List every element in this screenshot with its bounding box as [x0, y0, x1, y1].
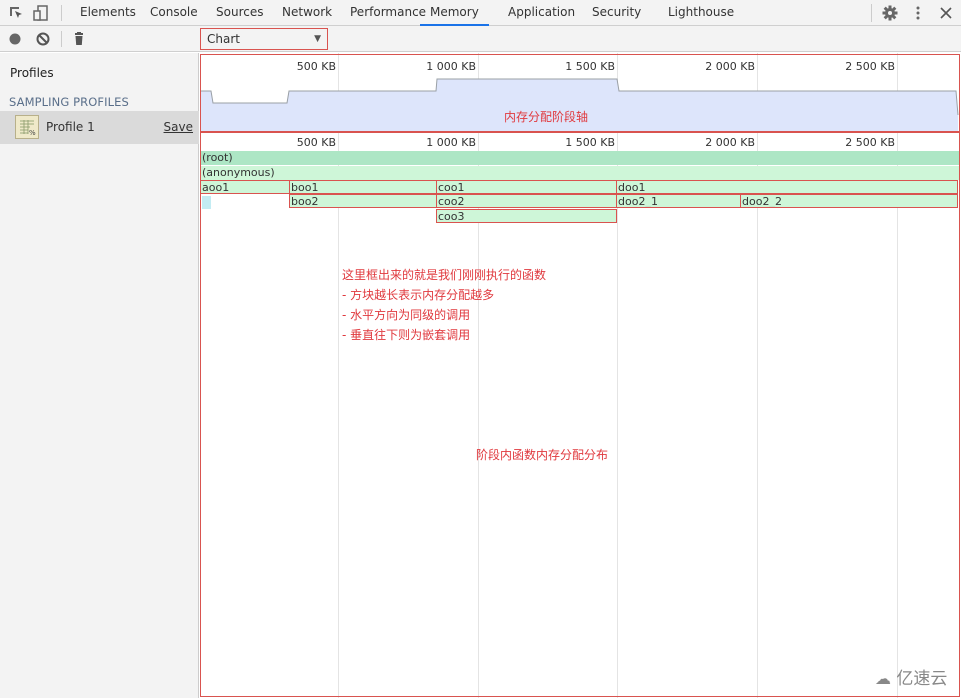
flame-note-line: - 垂直往下则为嵌套调用 [342, 328, 471, 342]
frame-doo2-2[interactable]: doo2_2 [740, 194, 958, 208]
watermark-logo: ☁ 亿速云 [875, 664, 947, 689]
profiles-heading[interactable]: Profiles [10, 66, 54, 80]
cloud-logo-icon: ☁ [875, 669, 891, 688]
tab-console[interactable]: Console [150, 0, 198, 26]
overview-timeline[interactable]: 500 KB 1 000 KB 1 500 KB 2 000 KB 2 500 … [200, 54, 960, 132]
toolbar-divider [871, 4, 872, 22]
record-icon[interactable] [6, 30, 24, 48]
device-toolbar-icon[interactable] [32, 4, 50, 22]
tab-application[interactable]: Application [508, 0, 575, 26]
view-select[interactable]: Chart ▼ [200, 28, 328, 50]
devtools-tabbar: Elements Console Sources Network Perform… [0, 0, 961, 26]
settings-gear-icon[interactable] [881, 4, 899, 22]
frame-coo3[interactable]: coo3 [436, 209, 617, 223]
svg-text:%: % [29, 129, 36, 137]
view-select-value: Chart [207, 32, 240, 46]
profile-name: Profile 1 [46, 120, 95, 134]
frame-boo1[interactable]: boo1 [289, 180, 437, 194]
frame-doo2-1[interactable]: doo2_1 [616, 194, 741, 208]
frame-boo2[interactable]: boo2 [289, 194, 437, 208]
tab-performance[interactable]: Performance [350, 0, 426, 26]
toolbar-divider [61, 31, 62, 47]
toolbar-divider [61, 5, 62, 21]
flame-tick: 2 000 KB [705, 136, 755, 149]
flame-note-line: - 水平方向为同级的调用 [342, 308, 471, 322]
flame-tick: 500 KB [296, 136, 336, 149]
save-profile-link[interactable]: Save [164, 120, 193, 134]
flame-chart[interactable]: 500 KB 1 000 KB 1 500 KB 2 000 KB 2 500 … [200, 132, 960, 697]
flame-tick: 1 500 KB [565, 136, 615, 149]
clear-icon[interactable] [34, 30, 52, 48]
distribution-annotation: 阶段内函数内存分配分布 [476, 448, 609, 462]
frame-coo2[interactable]: coo2 [436, 194, 617, 208]
frame-doo1[interactable]: doo1 [616, 180, 958, 194]
chevron-down-icon: ▼ [314, 34, 321, 44]
frame-anonymous[interactable]: (anonymous) [201, 166, 959, 180]
frame-root[interactable]: (root) [201, 151, 959, 165]
tab-elements[interactable]: Elements [80, 0, 136, 26]
frame-aoo1[interactable]: aoo1 [201, 180, 290, 194]
close-icon[interactable] [937, 4, 955, 22]
flame-note-line: - 方块越长表示内存分配越多 [342, 288, 495, 302]
flame-tick: 2 500 KB [845, 136, 895, 149]
watermark-text: 亿速云 [896, 669, 948, 689]
tab-network[interactable]: Network [282, 0, 332, 26]
sidebar-item-profile-1[interactable]: % Profile 1 Save [0, 111, 199, 144]
tab-security[interactable]: Security [592, 0, 641, 26]
frame-small-block[interactable] [202, 196, 211, 209]
tab-sources[interactable]: Sources [216, 0, 263, 26]
more-vertical-icon[interactable] [909, 4, 927, 22]
tab-memory[interactable]: Memory [420, 0, 489, 26]
profile-icon: % [15, 115, 39, 139]
allocation-chart-area: 500 KB 1 000 KB 1 500 KB 2 000 KB 2 500 … [200, 53, 961, 698]
overview-annotation: 内存分配阶段轴 [504, 110, 589, 124]
profiles-sidebar: Profiles SAMPLING PROFILES % Profile 1 S… [0, 53, 199, 698]
flame-note-line: 这里框出来的就是我们刚刚执行的函数 [342, 268, 547, 282]
tab-lighthouse[interactable]: Lighthouse [668, 0, 734, 26]
frame-coo1[interactable]: coo1 [436, 180, 617, 194]
memory-toolbar: Chart ▼ [0, 26, 961, 52]
flame-tick: 1 000 KB [426, 136, 476, 149]
delete-icon[interactable] [70, 30, 88, 48]
sampling-profiles-section-title: SAMPLING PROFILES [9, 95, 129, 109]
inspect-element-icon[interactable] [7, 4, 25, 22]
